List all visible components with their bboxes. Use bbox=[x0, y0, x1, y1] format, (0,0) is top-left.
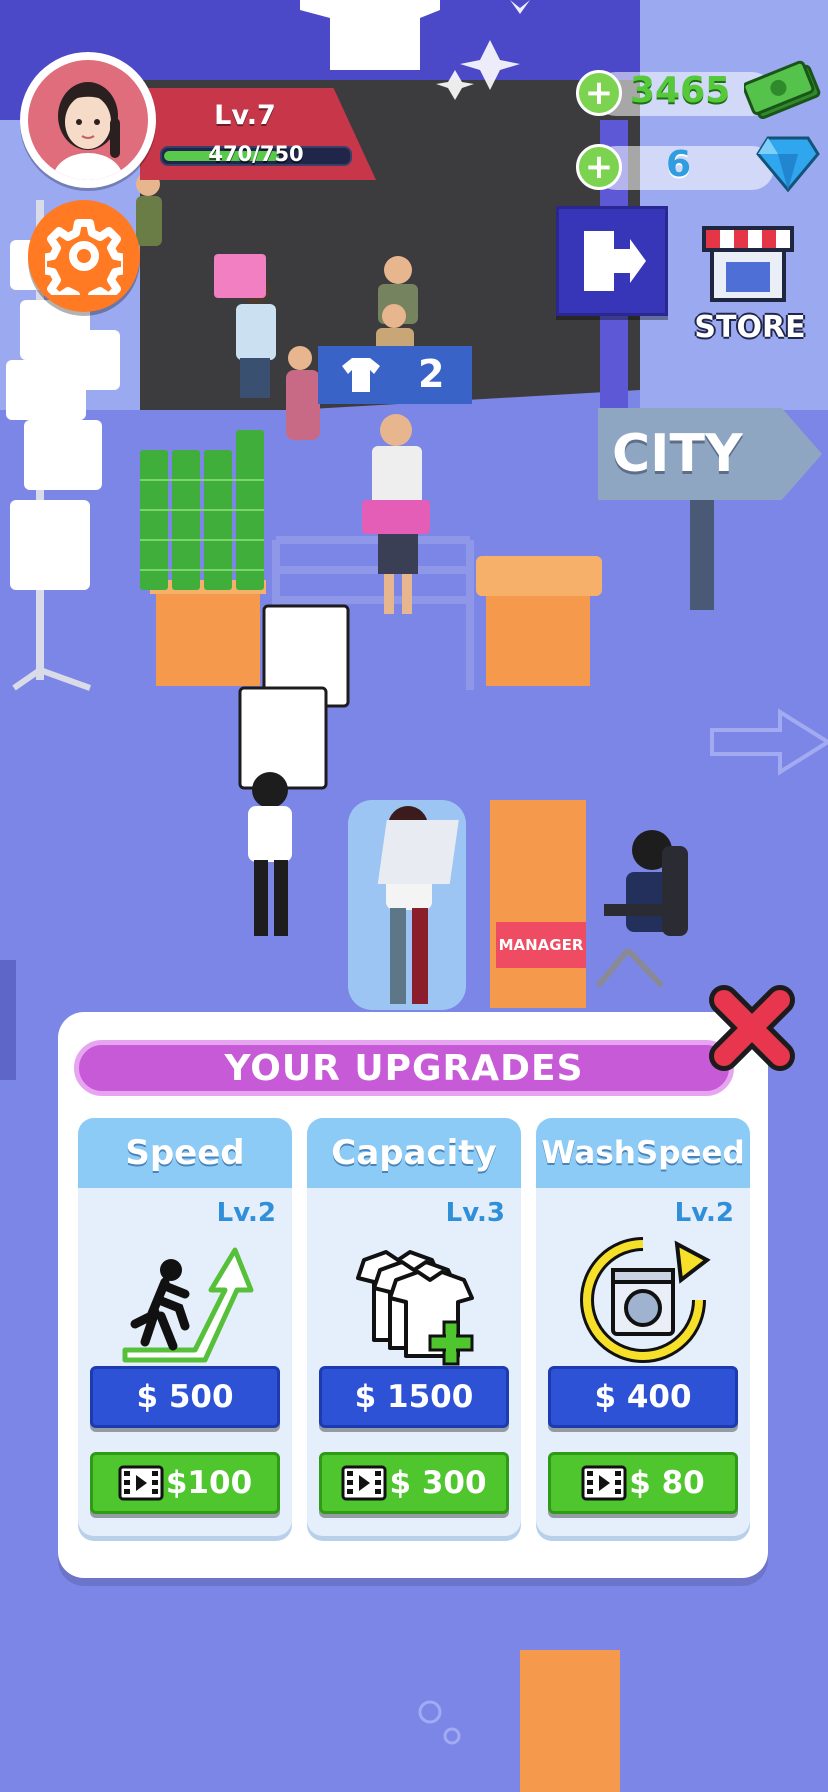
upgrade-name: Speed bbox=[125, 1133, 245, 1173]
upgrade-level: Lv.2 bbox=[674, 1198, 734, 1228]
ad-price: $ 300 bbox=[389, 1465, 487, 1501]
watch-ad-washspeed-button[interactable]: $ 80 bbox=[548, 1452, 738, 1514]
upgrade-name: Capacity bbox=[331, 1133, 497, 1173]
upgrade-level: Lv.2 bbox=[216, 1198, 276, 1228]
tshirt-icon bbox=[342, 358, 380, 392]
buy-capacity-button[interactable]: $ 1500 bbox=[319, 1366, 509, 1428]
card-header: WashSpeed bbox=[536, 1118, 750, 1188]
city-sign-label[interactable]: CITY bbox=[612, 424, 743, 484]
add-cash-button[interactable]: + bbox=[576, 70, 622, 116]
gear-icon bbox=[45, 219, 123, 295]
ad-price: $ 80 bbox=[629, 1465, 705, 1501]
video-ad-icon bbox=[341, 1465, 387, 1501]
store-label[interactable]: STORE bbox=[690, 310, 810, 345]
watch-ad-speed-button[interactable]: $100 bbox=[90, 1452, 280, 1514]
gem-amount: 6 bbox=[666, 144, 692, 185]
upgrade-card-washspeed: WashSpeed Lv.2 $ 400 $ 80 bbox=[536, 1118, 750, 1536]
video-ad-icon bbox=[118, 1465, 164, 1501]
upgrade-card-capacity: Capacity Lv.3 $ 1500 $ 300 bbox=[307, 1118, 521, 1536]
avatar-portrait bbox=[28, 60, 148, 180]
buy-washspeed-button[interactable]: $ 400 bbox=[548, 1366, 738, 1428]
player-avatar[interactable] bbox=[20, 52, 156, 188]
shirts-plus-icon bbox=[356, 1250, 474, 1366]
xp-text: 470/750 bbox=[208, 142, 304, 166]
runner-arrow-icon bbox=[122, 1247, 254, 1363]
cash-amount: 3465 bbox=[630, 70, 731, 111]
girl-portrait-icon bbox=[52, 82, 124, 180]
close-icon[interactable] bbox=[706, 982, 798, 1074]
cash-stack-icon bbox=[744, 60, 821, 120]
manager-sign: MANAGER bbox=[496, 922, 586, 968]
upgrade-name: WashSpeed bbox=[541, 1135, 745, 1171]
settings-button[interactable] bbox=[28, 200, 140, 312]
upgrades-title: YOUR UPGRADES bbox=[224, 1047, 584, 1089]
store-icon[interactable] bbox=[700, 218, 796, 306]
washing-machine-cycle-icon bbox=[580, 1237, 711, 1363]
card-header: Speed bbox=[78, 1118, 292, 1188]
video-ad-icon bbox=[581, 1465, 627, 1501]
buy-speed-button[interactable]: $ 500 bbox=[90, 1366, 280, 1428]
ad-price: $100 bbox=[165, 1465, 253, 1501]
player-level: Lv.7 bbox=[214, 100, 276, 131]
customer-count-badge: 2 bbox=[318, 346, 472, 404]
exit-door-icon bbox=[584, 231, 646, 291]
diamond-icon bbox=[756, 136, 820, 192]
upgrade-level: Lv.3 bbox=[445, 1198, 505, 1228]
add-gems-button[interactable]: + bbox=[576, 144, 622, 190]
upgrades-header: YOUR UPGRADES bbox=[74, 1040, 734, 1096]
customer-count: 2 bbox=[418, 352, 445, 396]
watch-ad-capacity-button[interactable]: $ 300 bbox=[319, 1452, 509, 1514]
upgrade-card-speed: Speed Lv.2 $ 500 $100 bbox=[78, 1118, 292, 1536]
exit-button[interactable] bbox=[556, 206, 668, 316]
card-header: Capacity bbox=[307, 1118, 521, 1188]
